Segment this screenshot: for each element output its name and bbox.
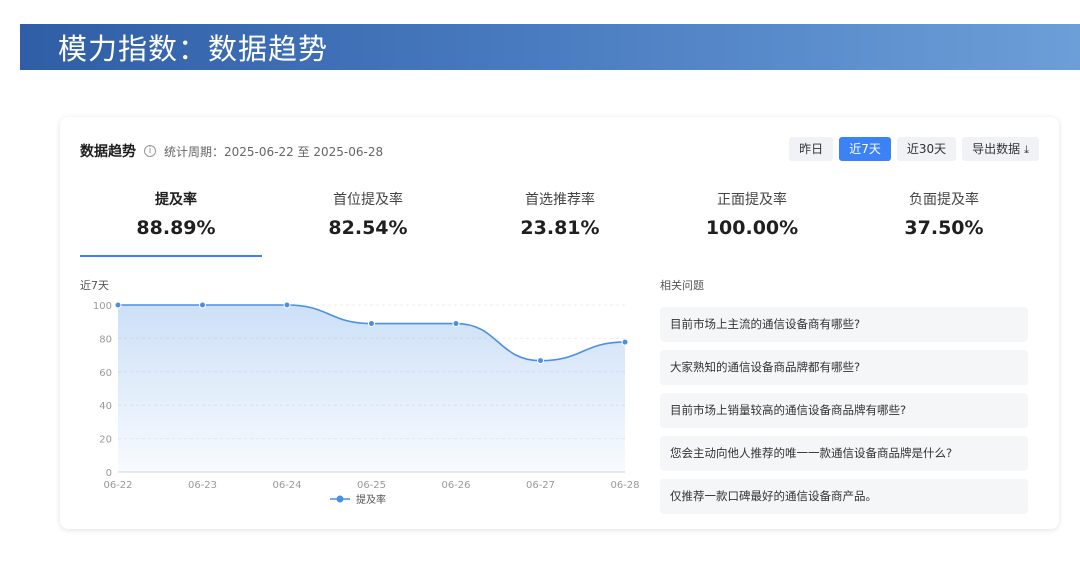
metric-label: 负面提及率 — [909, 192, 979, 208]
legend-marker — [336, 495, 344, 503]
metric-tab-negative-mention-rate[interactable]: 负面提及率 37.50% — [848, 189, 1040, 257]
y-tick-label: 0 — [106, 468, 112, 479]
data-point — [283, 301, 291, 309]
question-item[interactable]: 目前市场上主流的通信设备商有哪些? — [660, 307, 1028, 342]
data-point — [621, 338, 629, 346]
metric-label: 提及率 — [155, 192, 197, 208]
card-header: 数据趋势 i 统计周期：2025-06-22 至 2025-06-28 — [80, 141, 383, 161]
x-tick-label: 06-26 — [441, 480, 470, 491]
data-point — [368, 320, 375, 328]
metric-tab-preferred-recommend-rate[interactable]: 首选推荐率 23.81% — [464, 189, 656, 257]
metric-value: 23.81% — [520, 217, 600, 239]
export-data-button[interactable]: 导出数据 ⤓ — [962, 137, 1039, 161]
download-icon: ⤓ — [1024, 143, 1029, 156]
data-point — [452, 320, 460, 328]
info-icon[interactable]: i — [144, 145, 156, 157]
metric-tab-mention-rate[interactable]: 提及率 88.89% — [80, 189, 272, 257]
y-tick-label: 20 — [99, 435, 112, 446]
yesterday-button[interactable]: 昨日 — [789, 137, 834, 161]
related-questions-header: 相关问题 — [660, 279, 704, 292]
series-area — [118, 305, 625, 472]
metric-label: 正面提及率 — [717, 192, 787, 208]
x-tick-label: 06-28 — [610, 480, 639, 491]
related-questions-panel: 相关问题 目前市场上主流的通信设备商有哪些? 大家熟知的通信设备商品牌都有哪些?… — [660, 277, 1028, 522]
metric-label: 首位提及率 — [333, 192, 403, 208]
metric-value: 82.54% — [328, 217, 408, 239]
export-data-label: 导出数据 — [972, 142, 1021, 156]
metric-value: 37.50% — [904, 217, 984, 239]
data-point — [537, 357, 544, 365]
metric-value: 88.89% — [136, 217, 216, 239]
question-item[interactable]: 大家熟知的通信设备商品牌都有哪些? — [660, 350, 1028, 385]
data-point — [114, 301, 122, 309]
question-item[interactable]: 仅推荐一款口碑最好的通信设备商产品。 — [660, 479, 1028, 514]
x-tick-label: 06-24 — [272, 480, 301, 491]
data-point — [199, 301, 206, 309]
y-tick-label: 80 — [99, 334, 112, 345]
x-tick-label: 06-22 — [103, 480, 132, 491]
y-tick-label: 60 — [99, 368, 112, 379]
legend-label: 提及率 — [356, 493, 386, 506]
x-tick-label: 06-23 — [188, 480, 217, 491]
metric-tab-first-mention-rate[interactable]: 首位提及率 82.54% — [272, 189, 464, 257]
metric-label: 首选推荐率 — [525, 192, 595, 208]
last-30-days-button[interactable]: 近30天 — [896, 137, 957, 161]
question-item[interactable]: 您会主动向他人推荐的唯一一款通信设备商品牌是什么? — [660, 436, 1028, 471]
range-buttons: 昨日 近7天 近30天 导出数据 ⤓ — [789, 137, 1039, 161]
metric-tabs: 提及率 88.89% 首位提及率 82.54% 首选推荐率 23.81% 正面提… — [80, 189, 1040, 257]
statistics-period: 统计周期：2025-06-22 至 2025-06-28 — [164, 144, 384, 159]
metric-tab-positive-mention-rate[interactable]: 正面提及率 100.00% — [656, 189, 848, 257]
page-title: 模力指数：数据趋势 — [58, 32, 329, 66]
data-trend-card: 数据趋势 i 统计周期：2025-06-22 至 2025-06-28 昨日 近… — [60, 117, 1059, 529]
x-tick-label: 06-27 — [526, 480, 555, 491]
y-tick-label: 40 — [99, 401, 112, 412]
y-tick-label: 100 — [93, 301, 112, 312]
last-7-days-button[interactable]: 近7天 — [839, 137, 891, 161]
question-item[interactable]: 目前市场上销量较高的通信设备商品牌有哪些? — [660, 393, 1028, 428]
metric-value: 100.00% — [705, 217, 799, 239]
page-banner: 模力指数：数据趋势 — [20, 24, 1080, 70]
trend-chart-area: 近7天 0 20 40 60 80 100 06-22 06-23 06-24 06-25 06-2… — [60, 273, 660, 513]
x-tick-label: 06-25 — [357, 480, 386, 491]
card-title: 数据趋势 — [80, 144, 136, 160]
trend-chart[interactable]: 0 20 40 60 80 100 06-22 06-23 06-24 06-25 06-26 06-… — [60, 273, 660, 513]
chart-range-label: 近7天 — [80, 279, 109, 292]
